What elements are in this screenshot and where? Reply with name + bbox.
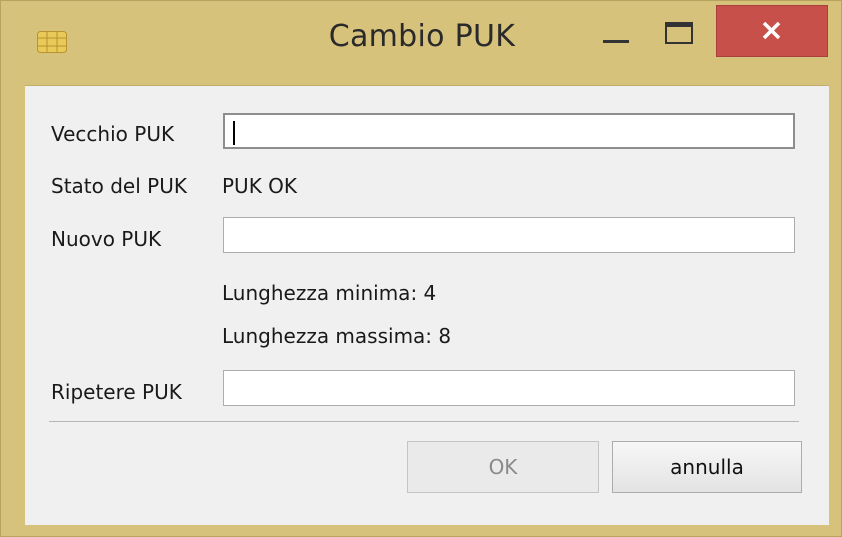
repeat-puk-label: Ripetere PUK bbox=[51, 380, 182, 404]
maximize-button[interactable] bbox=[653, 7, 707, 59]
old-puk-input[interactable] bbox=[223, 113, 795, 149]
puk-status-label: Stato del PUK bbox=[51, 174, 187, 198]
dialog-body: Vecchio PUK Stato del PUK PUK OK Nuovo P… bbox=[25, 85, 829, 525]
minimize-icon bbox=[603, 40, 629, 43]
text-caret bbox=[233, 121, 235, 145]
repeat-puk-input[interactable] bbox=[223, 370, 795, 406]
divider bbox=[49, 421, 799, 422]
close-button[interactable] bbox=[716, 5, 828, 57]
minimize-button[interactable] bbox=[591, 7, 641, 59]
puk-status-value: PUK OK bbox=[222, 174, 298, 198]
title-bar[interactable]: Cambio PUK bbox=[1, 1, 841, 85]
min-length-hint: Lunghezza minima: 4 bbox=[222, 281, 437, 305]
close-icon bbox=[762, 21, 781, 40]
puk-change-dialog: Cambio PUK Vecchio PUK Stato del PUK PUK… bbox=[0, 0, 842, 537]
maximize-icon bbox=[665, 22, 693, 44]
ok-button[interactable]: OK bbox=[407, 441, 599, 493]
cancel-button[interactable]: annulla bbox=[612, 441, 802, 493]
new-puk-input[interactable] bbox=[223, 217, 795, 253]
new-puk-label: Nuovo PUK bbox=[51, 227, 162, 251]
old-puk-label: Vecchio PUK bbox=[51, 122, 175, 146]
max-length-hint: Lunghezza massima: 8 bbox=[222, 324, 452, 348]
